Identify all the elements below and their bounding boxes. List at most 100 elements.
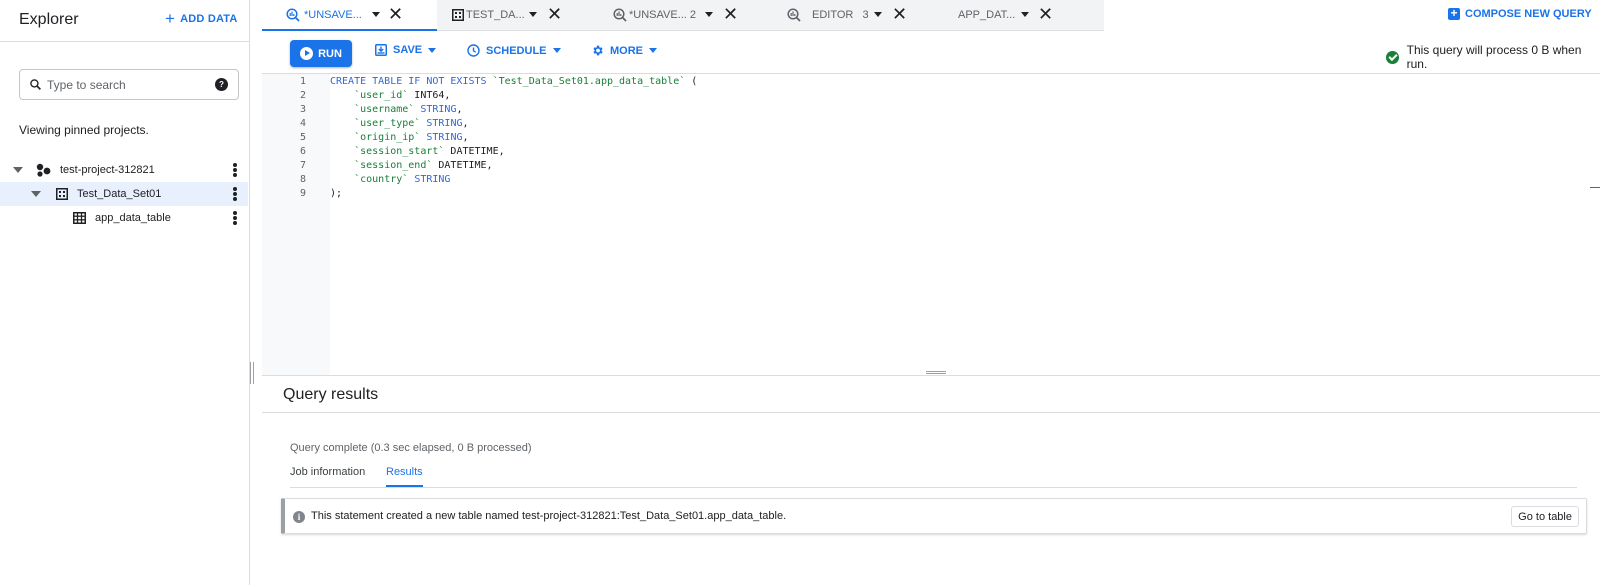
search-icon [30,79,41,90]
schedule-button[interactable]: SCHEDULE [467,44,561,57]
editor-tabs: *UNSAVE... ✕ TEST_DA... ✕ *UNSAVE... 2 ✕… [262,0,1104,31]
dropdown-icon [428,47,437,53]
line-number: 2 [299,90,306,101]
divider [290,487,1577,488]
compose-label: COMPOSE NEW QUERY [1465,8,1592,20]
tree-item-label: app_data_table [95,212,171,224]
dropdown-icon [552,48,561,53]
dropdown-icon[interactable] [1021,12,1029,17]
plus-icon: + [165,9,176,28]
close-icon[interactable]: ✕ [723,5,738,23]
tree-item-label: Test_Data_Set01 [77,188,162,200]
status-text: This query will process 0 B when run. [1406,43,1582,71]
tab-label: *UNSAVE... 2 [629,9,697,21]
code-line[interactable]: `user_type` STRING, [330,118,468,129]
gear-icon [593,45,603,56]
tab-app-data-table[interactable]: APP_DAT... ✕ [952,0,1104,31]
line-number: 6 [299,146,306,157]
code-line[interactable]: `user_id` INT64, [330,90,450,101]
add-data-button[interactable]: + ADD DATA [165,9,238,28]
code-line[interactable]: `country` STRING [330,174,450,185]
more-vert-icon[interactable] [233,187,237,201]
query-icon [613,8,627,22]
save-label: SAVE [393,44,423,56]
line-number: 1 [299,76,306,87]
tab-label: EDITOR 3 [812,9,869,21]
help-icon[interactable]: ? [215,78,228,91]
query-validation-status: This query will process 0 B when run. [1386,43,1600,71]
code-line[interactable]: `session_end` DATETIME, [330,160,493,171]
close-icon[interactable]: ✕ [892,5,907,23]
bigquery-workspace: Explorer + ADD DATA ? Viewing pinned pro… [0,0,1600,585]
tree-item-project[interactable]: test-project-312821 [0,158,248,182]
plus-box-icon: + [1448,7,1460,20]
code-line[interactable]: ); [330,188,342,199]
dropdown-icon[interactable] [529,12,537,17]
tab-test-dataset[interactable]: TEST_DA... ✕ [437,0,607,31]
more-button[interactable]: MORE [591,44,657,57]
tab-label: TEST_DA... [466,9,525,21]
code-line[interactable]: `username` STRING, [330,104,462,115]
project-icon [36,163,51,177]
tab-unsaved-query-2[interactable]: *UNSAVE... 2 ✕ [607,0,782,31]
go-to-table-button[interactable]: Go to table [1511,506,1579,527]
play-icon [300,47,314,60]
caret-down-icon[interactable] [13,167,23,173]
query-icon [286,8,300,22]
tab-results[interactable]: Results [386,466,423,478]
dropdown-icon[interactable] [874,12,882,17]
tree-item-table[interactable]: app_data_table [0,206,248,230]
schedule-label: SCHEDULE [486,44,547,57]
tree-item-dataset[interactable]: Test_Data_Set01 [0,182,248,206]
save-button[interactable]: SAVE [375,44,437,56]
results-title: Query results [283,386,379,403]
editor-scroll-marker [1590,187,1600,188]
result-message: i This statement created a new table nam… [281,498,1587,534]
pinned-note: Viewing pinned projects. [19,123,149,137]
tab-job-information[interactable]: Job information [290,466,365,478]
dataset-icon [452,9,464,21]
close-icon[interactable]: ✕ [547,5,562,23]
explorer-panel: Explorer + ADD DATA ? Viewing pinned pro… [0,0,250,585]
info-icon: i [293,511,305,523]
editor-resize-handle[interactable] [926,371,946,374]
close-icon[interactable]: ✕ [388,5,403,23]
tree-item-label: test-project-312821 [60,164,155,176]
table-icon [73,212,86,224]
run-button[interactable]: RUN [290,40,352,67]
dropdown-icon[interactable] [372,12,380,17]
dropdown-icon[interactable] [705,12,713,17]
check-circle-icon [1386,50,1399,64]
search-input[interactable] [47,77,212,92]
tab-editor-3[interactable]: EDITOR 3 ✕ [782,0,952,31]
more-vert-icon[interactable] [233,163,237,177]
code-line[interactable]: `session_start` DATETIME, [330,146,505,157]
line-number: 7 [299,160,306,171]
tab-unsaved-query[interactable]: *UNSAVE... ✕ [262,0,437,31]
query-complete-status: Query complete (0.3 sec elapsed, 0 B pro… [290,442,532,454]
clock-icon [467,44,480,57]
line-number: 3 [299,104,306,115]
query-icon [787,8,801,22]
line-number: 4 [299,118,306,129]
message-text: This statement created a new table named… [311,510,787,522]
close-icon[interactable]: ✕ [1038,5,1053,23]
more-label: MORE [610,44,643,57]
line-number: 9 [299,188,306,199]
compose-new-query-button[interactable]: + COMPOSE NEW QUERY [1448,7,1592,20]
search-box[interactable]: ? [19,69,239,100]
line-number-gutter: 1 2 3 4 5 6 7 8 9 [262,74,330,375]
caret-down-icon[interactable] [31,191,41,197]
code-line[interactable]: `origin_ip` STRING, [330,132,468,143]
code-line[interactable]: CREATE TABLE IF NOT EXISTS `Test_Data_Se… [330,76,697,87]
more-vert-icon[interactable] [233,211,237,225]
tab-label: *UNSAVE... [304,9,362,21]
run-label: RUN [318,47,342,60]
save-icon [375,44,387,56]
add-data-label: ADD DATA [180,13,238,25]
tab-label: APP_DAT... [958,9,1016,21]
line-number: 8 [299,174,306,185]
sql-editor[interactable]: 1 2 3 4 5 6 7 8 9 CREATE TABLE IF NOT EX… [262,74,1600,376]
divider [262,412,1600,413]
panel-resize-handle[interactable] [250,362,254,384]
